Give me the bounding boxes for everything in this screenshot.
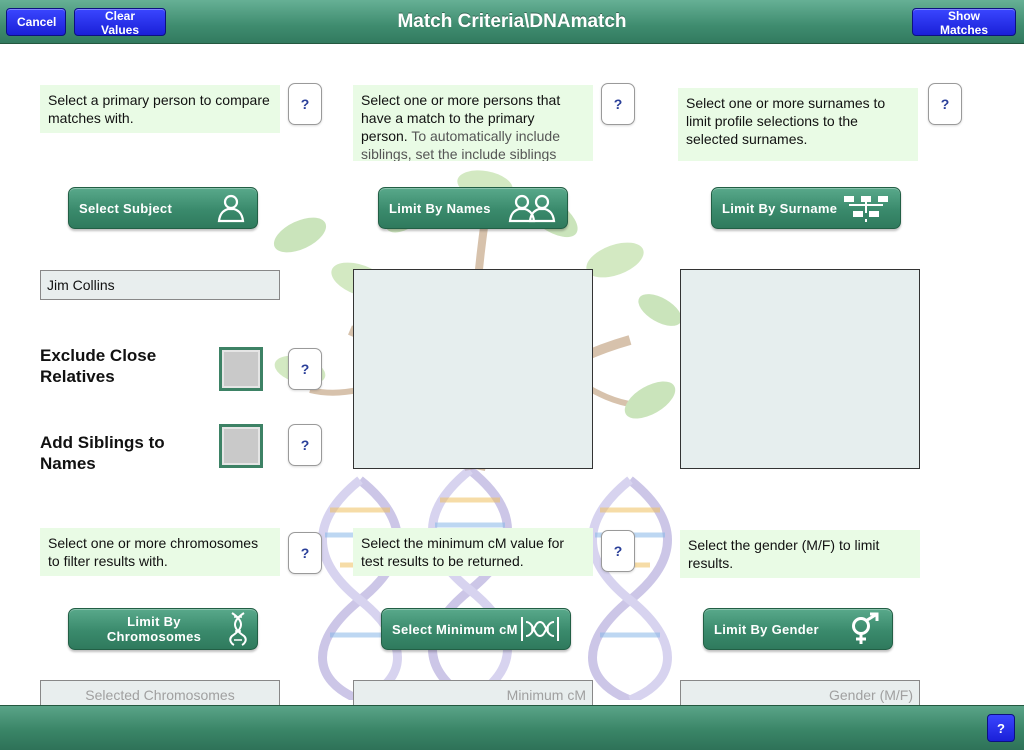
- add-siblings-help-button[interactable]: ?: [288, 424, 322, 466]
- limit-by-chromosomes-button[interactable]: Limit By Chromosomes: [68, 608, 258, 650]
- global-help-button[interactable]: ?: [987, 714, 1015, 742]
- people-icon: [508, 194, 556, 223]
- dna-segment-icon: [521, 617, 559, 641]
- subject-info-text: Select a primary person to compare match…: [40, 85, 280, 133]
- select-subject-label: Select Subject: [79, 200, 173, 216]
- add-siblings-label: Add Siblings to Names: [40, 433, 165, 473]
- select-minimum-cm-label: Select Minimum cM: [392, 621, 518, 637]
- exclude-close-help-button[interactable]: ?: [288, 348, 322, 390]
- bottom-toolbar: ?: [0, 705, 1024, 750]
- min-cm-info-text: Select the minimum cM value for test res…: [353, 528, 593, 576]
- add-siblings-checkbox[interactable]: [219, 424, 263, 468]
- names-info-text: Select one or more persons that have a m…: [353, 85, 593, 161]
- chromosomes-info-text: Select one or more chromosomes to filter…: [40, 528, 280, 576]
- person-icon: [217, 194, 245, 223]
- exclude-close-relatives-label: Exclude Close Relatives: [40, 346, 157, 386]
- limit-by-chromosomes-label: Limit By Chromosomes: [106, 614, 202, 644]
- limit-by-gender-button[interactable]: Limit By Gender: [703, 608, 893, 650]
- limit-by-surname-label: Limit By Surname: [722, 200, 838, 216]
- chromosomes-help-button[interactable]: ?: [288, 532, 322, 574]
- gender-icon: [852, 612, 879, 644]
- gender-info-text: Select the gender (M/F) to limit results…: [680, 530, 920, 578]
- subject-name-field[interactable]: Jim Collins: [40, 270, 280, 300]
- cancel-button[interactable]: Cancel: [6, 8, 66, 36]
- tree-icon: [844, 196, 888, 222]
- limit-by-surname-button[interactable]: Limit By Surname: [711, 187, 901, 229]
- subject-help-button[interactable]: ?: [288, 83, 322, 125]
- surname-info-text: Select one or more surnames to limit pro…: [678, 88, 918, 161]
- surname-list[interactable]: [680, 269, 920, 469]
- show-matches-button[interactable]: Show Matches: [912, 8, 1016, 37]
- surname-help-button[interactable]: ?: [928, 83, 962, 125]
- exclude-close-relatives-checkbox[interactable]: [219, 347, 263, 391]
- min-cm-help-button[interactable]: ?: [601, 530, 635, 572]
- limit-by-names-label: Limit By Names: [389, 200, 491, 216]
- select-subject-button[interactable]: Select Subject: [68, 187, 258, 229]
- limit-by-gender-label: Limit By Gender: [714, 621, 819, 637]
- limit-by-names-button[interactable]: Limit By Names: [378, 187, 568, 229]
- clear-values-button[interactable]: Clear Values: [74, 8, 166, 37]
- dna-icon: [229, 612, 247, 646]
- names-help-button[interactable]: ?: [601, 83, 635, 125]
- names-list[interactable]: [353, 269, 593, 469]
- select-minimum-cm-button[interactable]: Select Minimum cM: [381, 608, 571, 650]
